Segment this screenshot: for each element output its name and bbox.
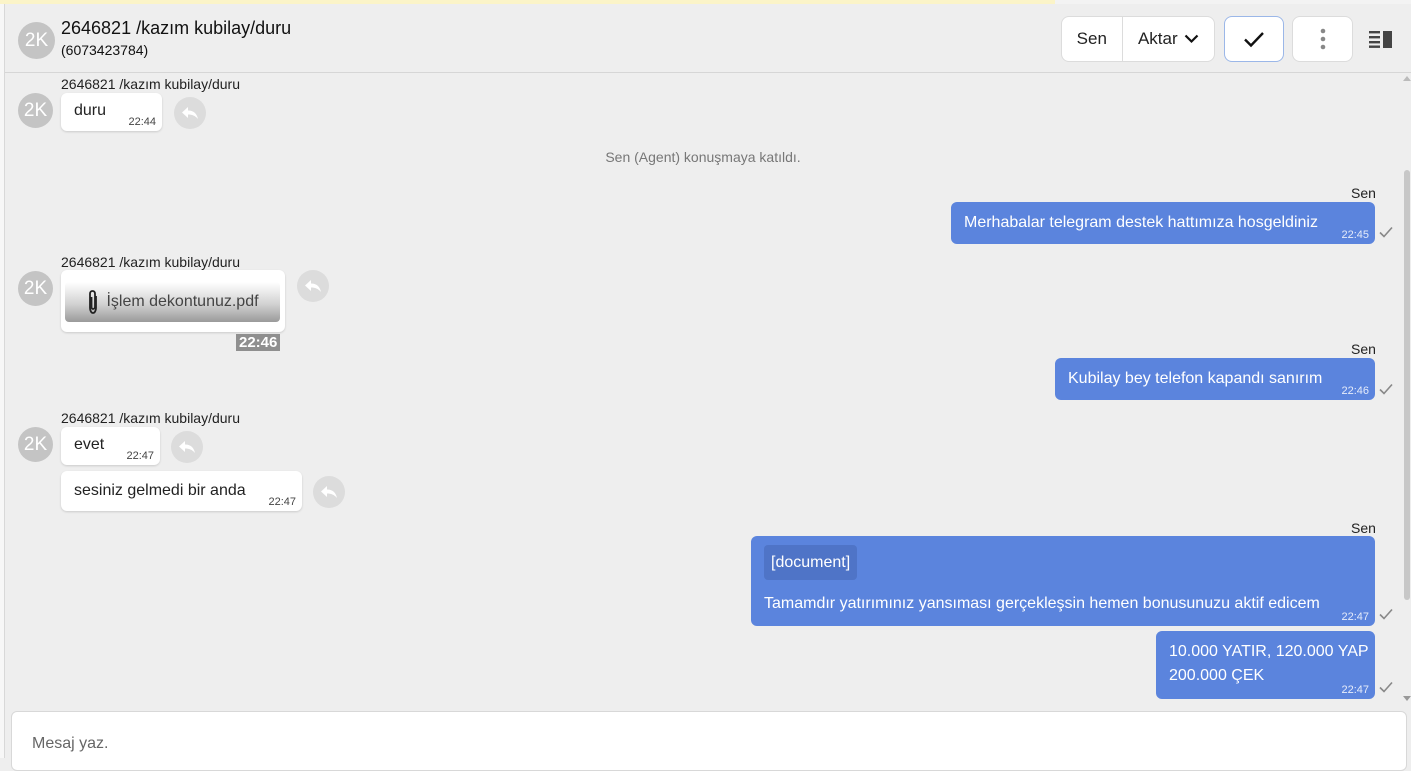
reply-icon <box>179 441 195 453</box>
sender-name: Sen <box>1351 520 1376 536</box>
resolve-button[interactable] <box>1224 16 1284 62</box>
more-vertical-icon <box>1320 28 1325 50</box>
message-composer <box>11 711 1407 771</box>
message-time: 22:45 <box>1341 229 1369 241</box>
chevron-down-icon <box>1184 34 1198 44</box>
message-time: 22:46 <box>1341 385 1369 397</box>
message-time: 22:47 <box>126 450 154 462</box>
transfer-label: Aktar <box>1137 29 1178 48</box>
sender-name: Sen <box>1351 185 1376 201</box>
system-message: Sen (Agent) konuşmaya katıldı. <box>605 149 801 165</box>
assign-self-label: Sen <box>1076 29 1107 48</box>
scrollbar-thumb[interactable] <box>1404 170 1410 600</box>
avatar: 2K <box>18 22 55 59</box>
sent-check-icon <box>1379 681 1393 693</box>
message-text-line-2: 200.000 ÇEK <box>1169 667 1265 684</box>
paperclip-icon <box>89 290 98 314</box>
attachment-link[interactable]: İşlem dekontunuz.pdf <box>65 282 280 322</box>
message-time: 22:47 <box>1341 684 1369 696</box>
contact-name: 2646821 /kazım kubilay/duru <box>61 18 292 38</box>
reply-icon <box>321 486 337 498</box>
sent-check-icon <box>1379 608 1393 620</box>
sender-name: Sen <box>1351 341 1376 357</box>
contact-id: (6073423784) <box>61 42 149 58</box>
message-time: 22:46 <box>236 334 281 351</box>
message-text-line-1: 10.000 YATIR, 120.000 YAP <box>1169 643 1369 660</box>
message-time: 22:47 <box>268 496 296 508</box>
chat-header: 2K 2646821 /kazım kubilay/duru (60734237… <box>5 4 1411 73</box>
incoming-message: evet 22:47 <box>61 427 160 465</box>
outgoing-message: Kubilay bey telefon kapandı sanırım 22:4… <box>1055 358 1375 400</box>
message-time: 22:44 <box>128 116 156 128</box>
avatar: 2K <box>18 93 53 128</box>
message-text: Merhabalar telegram destek hattımıza hos… <box>964 214 1318 231</box>
reply-button[interactable] <box>313 476 345 508</box>
incoming-message: sesiniz gelmedi bir anda 22:47 <box>61 471 302 511</box>
side-panel-icon <box>1369 31 1392 48</box>
reply-button[interactable] <box>171 431 203 463</box>
toggle-side-panel-button[interactable] <box>1367 26 1395 52</box>
sender-name: 2646821 /kazım kubilay/duru <box>61 254 240 270</box>
transfer-button[interactable]: Aktar <box>1123 17 1214 61</box>
incoming-attachment-message: İşlem dekontunuz.pdf <box>61 270 285 332</box>
sent-check-icon <box>1379 383 1393 395</box>
assign-self-button[interactable]: Sen <box>1062 17 1123 61</box>
attachment-filename: İşlem dekontunuz.pdf <box>106 293 259 310</box>
reply-button[interactable] <box>174 97 206 129</box>
message-text: sesiniz gelmedi bir anda <box>74 482 246 499</box>
reply-button[interactable] <box>297 270 329 302</box>
message-time: 22:47 <box>1341 611 1369 623</box>
sent-check-icon <box>1379 226 1393 238</box>
reply-icon <box>182 107 198 119</box>
avatar: 2K <box>18 271 53 306</box>
outgoing-message: [document] Tamamdır yatırımınız yansımas… <box>751 536 1375 626</box>
reply-icon <box>305 280 321 292</box>
check-icon <box>1244 31 1264 47</box>
scroll-down-arrow-icon[interactable] <box>1403 696 1411 701</box>
sender-name: 2646821 /kazım kubilay/duru <box>61 410 240 426</box>
sender-name: 2646821 /kazım kubilay/duru <box>61 76 240 92</box>
message-scrollbar[interactable] <box>1401 74 1411 710</box>
outgoing-message: 10.000 YATIR, 120.000 YAP 200.000 ÇEK 22… <box>1156 631 1375 699</box>
avatar: 2K <box>18 427 53 462</box>
more-options-button[interactable] <box>1292 16 1353 62</box>
message-text: Kubilay bey telefon kapandı sanırım <box>1068 370 1323 387</box>
message-list[interactable]: 2K 2646821 /kazım kubilay/duru duru 22:4… <box>5 74 1401 710</box>
message-input[interactable] <box>32 732 1332 756</box>
message-text: Tamamdır yatırımınız yansıması gerçekleş… <box>764 595 1320 612</box>
outgoing-message: Merhabalar telegram destek hattımıza hos… <box>951 202 1375 244</box>
incoming-message: duru 22:44 <box>61 93 162 131</box>
message-text: duru <box>74 102 107 119</box>
document-tag[interactable]: [document] <box>764 545 858 580</box>
message-text: evet <box>74 436 105 453</box>
scroll-up-arrow-icon[interactable] <box>1403 76 1411 81</box>
assign-button-group: Sen Aktar <box>1061 16 1215 62</box>
